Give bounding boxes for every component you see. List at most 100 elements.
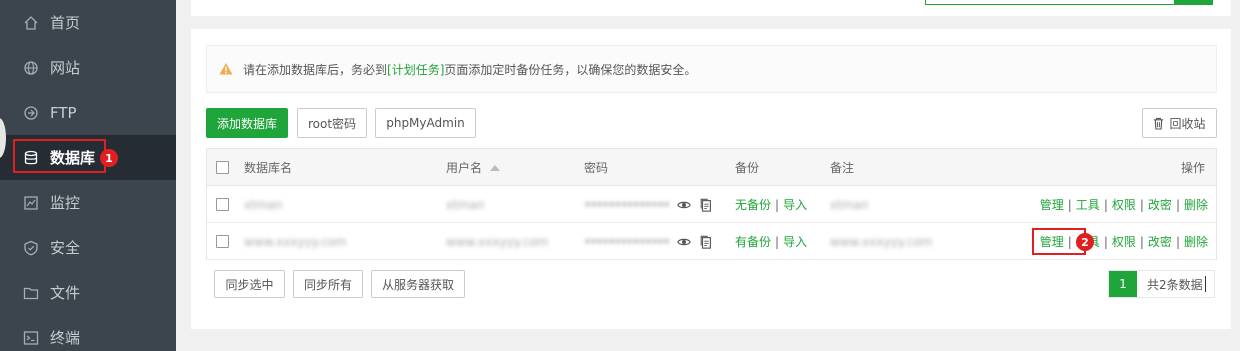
separator: | (775, 197, 780, 212)
alert-suffix: 页面添加定时备份任务，以确保您的数据安全。 (444, 62, 697, 77)
sidebar-item-label: 网站 (50, 59, 81, 77)
permission-link[interactable]: 权限 (1112, 196, 1136, 213)
recycle-bin-label: 回收站 (1169, 116, 1206, 131)
top-search-button[interactable] (1175, 0, 1213, 5)
cron-task-link[interactable]: [计划任务] (387, 63, 444, 77)
backup-cell: 有备份 | 导入 (735, 223, 807, 260)
copy-icon[interactable] (699, 235, 713, 249)
import-link[interactable]: 导入 (783, 233, 807, 250)
header-backup[interactable]: 备份 (735, 149, 759, 186)
shield-icon (23, 240, 39, 256)
change-password-link[interactable]: 改密 (1148, 196, 1172, 213)
sidebar-item-label: 监控 (50, 194, 81, 212)
annotation-badge-1: 1 (100, 149, 118, 167)
sidebar-item-ftp[interactable]: FTP (0, 90, 176, 135)
header-username[interactable]: 用户名 (446, 149, 501, 186)
select-all-checkbox[interactable] (216, 161, 229, 174)
permission-link[interactable]: 权限 (1112, 233, 1136, 250)
separator: | (1103, 234, 1108, 249)
total-count-label: 共2条数据 (1147, 277, 1203, 292)
text-caret (1204, 276, 1206, 292)
db-password-cell: •••••••••••••• (584, 223, 713, 260)
separator: | (1139, 197, 1144, 212)
backup-status-link[interactable]: 有备份 (735, 233, 771, 250)
header-username-label: 用户名 (446, 161, 483, 175)
header-password: 密码 (584, 161, 609, 175)
page-1-button[interactable]: 1 (1109, 271, 1137, 297)
separator: | (1067, 197, 1072, 212)
change-password-link[interactable]: 改密 (1148, 233, 1172, 250)
sync-selected-button[interactable]: 同步选中 (214, 270, 285, 298)
sync-all-button[interactable]: 同步所有 (293, 270, 363, 298)
ftp-icon (23, 105, 39, 121)
total-count: 共2条数据 (1137, 271, 1214, 297)
separator: | (1175, 197, 1180, 212)
root-password-button[interactable]: root密码 (297, 108, 367, 138)
sidebar-item-monitor[interactable]: 监控 (0, 180, 176, 225)
warning-icon (219, 63, 233, 75)
sidebar-item-label: 文件 (50, 284, 81, 302)
backup-alert: 请在添加数据库后，务必到[计划任务]页面添加定时备份任务，以确保您的数据安全。 (206, 45, 1217, 93)
row-checkbox[interactable] (216, 235, 229, 248)
copy-icon[interactable] (699, 198, 713, 212)
globe-icon (23, 60, 39, 76)
sidebar-item-security[interactable]: 安全 (0, 225, 176, 270)
table-header: 数据库名 用户名 密码 备份 备注 操作 (207, 149, 1216, 186)
delete-link[interactable]: 删除 (1184, 233, 1208, 250)
trash-icon (1154, 117, 1164, 130)
header-ops: 操作 (1181, 161, 1206, 175)
sidebar-item-label: FTP (50, 103, 77, 122)
pagination: 1 共2条数据 (1108, 270, 1215, 298)
annotation-badge-2: 2 (1076, 233, 1094, 251)
fetch-from-server-button[interactable]: 从服务器获取 (371, 270, 465, 298)
monitor-icon (23, 195, 39, 211)
separator: | (1175, 234, 1180, 249)
db-name: www.xxxyyy.com (244, 234, 347, 249)
home-icon (23, 15, 39, 31)
separator: | (1139, 234, 1144, 249)
highlight-box-database (13, 139, 106, 173)
sidebar-item-label: 终端 (50, 329, 81, 347)
show-password-eye-icon[interactable] (677, 235, 691, 249)
alert-prefix: 请在添加数据库后，务必到 (243, 62, 388, 77)
db-password: •••••••••••••• (584, 197, 670, 212)
top-search-input[interactable] (925, 0, 1175, 5)
separator: | (1103, 197, 1108, 212)
import-link[interactable]: 导入 (783, 196, 807, 213)
recycle-bin-button[interactable]: 回收站 (1142, 108, 1217, 138)
header-note: 备注 (830, 161, 855, 175)
sidebar-item-terminal[interactable]: 终端 (0, 315, 176, 351)
database-panel: 请在添加数据库后，务必到[计划任务]页面添加定时备份任务，以确保您的数据安全。 … (191, 29, 1231, 329)
db-password: •••••••••••••• (584, 234, 670, 249)
folder-icon (23, 285, 39, 301)
add-database-button[interactable]: 添加数据库 (206, 108, 288, 138)
backup-cell: 无备份 | 导入 (735, 186, 807, 223)
db-note[interactable]: www.xxxyyy.com (830, 223, 933, 260)
sidebar-item-label: 安全 (50, 239, 81, 257)
sidebar: 首页 网站 FTP 数据库 监控 安全 文件 终端 (0, 0, 176, 351)
row-ops: 管理| 工具| 权限| 改密| 删除 (1040, 186, 1208, 223)
sidebar-item-label: 首页 (50, 14, 81, 32)
top-panel (191, 0, 1231, 16)
backup-status-link[interactable]: 无备份 (735, 196, 771, 213)
table-row: xtman xtman •••••••••••••• 无备份 | 导入 xtman … (207, 186, 1216, 223)
db-user: www.xxxyyy.com (446, 234, 549, 249)
db-password-cell: •••••••••••••• (584, 186, 713, 223)
alert-text: 请在添加数据库后，务必到[计划任务]页面添加定时备份任务，以确保您的数据安全。 (243, 61, 696, 78)
sidebar-item-website[interactable]: 网站 (0, 45, 176, 90)
delete-link[interactable]: 删除 (1184, 196, 1208, 213)
db-name: xtman (244, 197, 283, 212)
db-note[interactable]: xtman (830, 186, 868, 223)
sort-up-icon[interactable] (490, 164, 501, 171)
show-password-eye-icon[interactable] (677, 198, 691, 212)
sidebar-item-files[interactable]: 文件 (0, 270, 176, 315)
header-db-name[interactable]: 数据库名 (244, 149, 292, 186)
row-checkbox[interactable] (216, 198, 229, 211)
tools-link[interactable]: 工具 (1076, 196, 1100, 213)
phpmyadmin-button[interactable]: phpMyAdmin (375, 108, 476, 138)
separator: | (775, 234, 780, 249)
sidebar-item-home[interactable]: 首页 (0, 0, 176, 45)
terminal-icon (23, 330, 39, 346)
manage-link[interactable]: 管理 (1040, 196, 1064, 213)
db-user: xtman (446, 197, 485, 212)
